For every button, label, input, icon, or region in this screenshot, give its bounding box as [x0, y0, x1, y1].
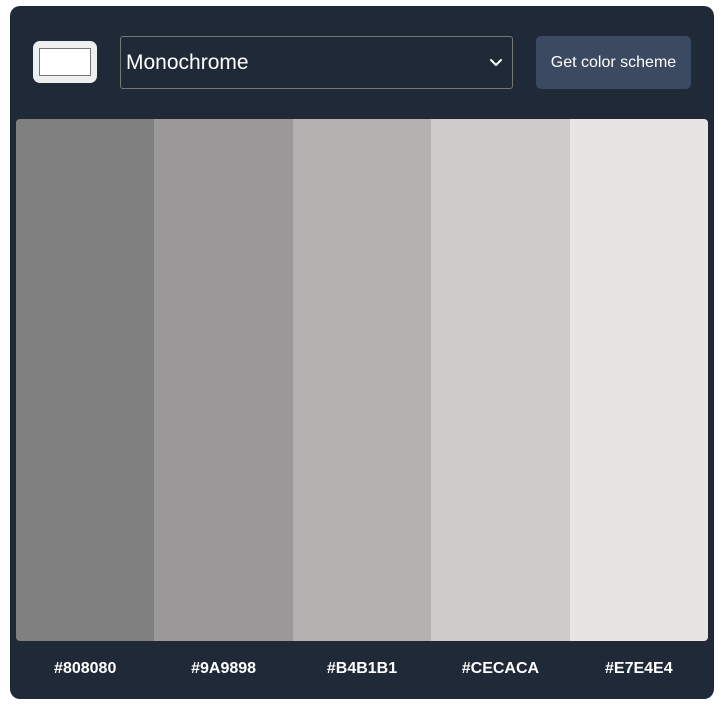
- color-swatch[interactable]: [431, 119, 570, 641]
- color-swatch[interactable]: [569, 119, 708, 641]
- color-scheme-card: Monochrome Get color scheme #808080 #9A9…: [10, 6, 714, 699]
- seed-color-swatch: [39, 48, 91, 76]
- color-hex-labels: #808080 #9A9898 #B4B1B1 #CECACA #E7E4E4: [16, 660, 708, 678]
- scheme-mode-value: Monochrome: [126, 51, 249, 74]
- color-hex-label[interactable]: #808080: [16, 660, 154, 678]
- color-swatch[interactable]: [16, 119, 155, 641]
- color-hex-label[interactable]: #E7E4E4: [570, 660, 708, 678]
- color-swatch[interactable]: [292, 119, 432, 641]
- color-hex-label[interactable]: #CECACA: [431, 660, 569, 678]
- seed-color-picker[interactable]: [33, 41, 97, 83]
- color-palette: [16, 119, 708, 641]
- chevron-down-icon: [490, 59, 502, 66]
- color-hex-label[interactable]: #9A9898: [154, 660, 292, 678]
- get-color-scheme-button[interactable]: Get color scheme: [536, 36, 691, 89]
- color-swatch[interactable]: [154, 119, 293, 641]
- color-hex-label[interactable]: #B4B1B1: [293, 660, 431, 678]
- scheme-mode-select[interactable]: Monochrome: [120, 36, 513, 89]
